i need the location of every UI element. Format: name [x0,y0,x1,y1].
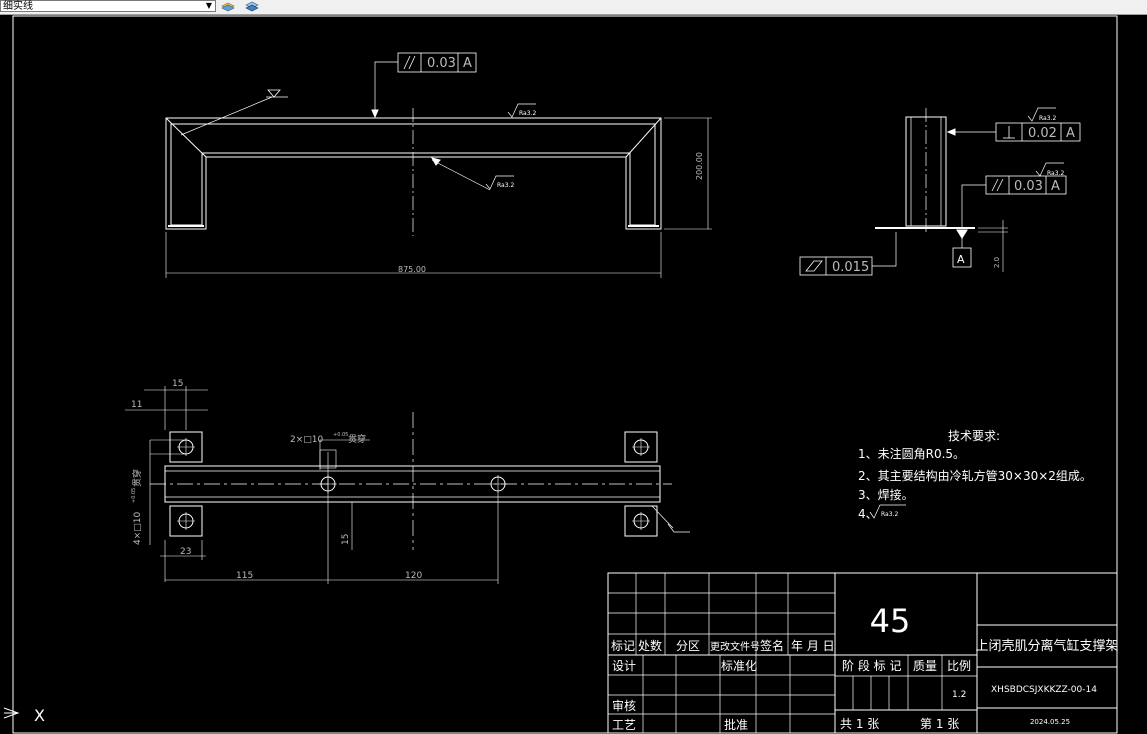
leader-line [180,96,273,136]
flatness-symbol-icon [805,260,823,272]
parallel-symbol-icon [991,178,999,192]
label-process: 工艺 [612,718,636,732]
tech-requirements: 技术要求: 1、未注圆角R0.5。 2、其主要结构由冷轧方管30×30×2组成。… [858,429,1092,521]
hole-icon [632,438,650,456]
hole-tolerance: +0.05 [333,432,348,438]
finish-triangle-icon [267,89,281,98]
material: 45 [870,602,911,640]
layer-dropdown-value: 细实线 [3,1,33,12]
col-label: 标记 [611,639,635,653]
tech-title: 技术要求: [948,429,1000,443]
hole-icon [489,475,507,493]
label-approve: 批准 [724,717,748,732]
hole-icon [177,438,195,456]
dim-value: 115 [236,571,253,581]
chevron-down-icon[interactable]: ▼ [204,1,214,11]
roughness-value: Ra3.2 [1039,115,1056,122]
scale-value: 1.2 [952,690,966,700]
roughness-value: Ra3.2 [519,110,536,117]
tech-item: 3、焊接。 [858,487,914,502]
dim-value: 23 [180,547,191,557]
hole-tolerance: +0.05 [131,488,137,503]
dim-value: 120 [405,571,422,581]
label-scale: 比例 [947,659,971,673]
ucs-icon [3,707,20,719]
leader-line [961,184,986,228]
dim-thickness-value: 2.0 [993,257,1001,268]
layer-stack-icon[interactable] [220,0,236,12]
front-view-text: 0.03 A Ra3.2 Ra3.2 875.00 200.00 [398,56,704,274]
frame-outline [165,117,662,230]
dim-value: 15 [172,379,183,389]
date: 2024.05.25 [1030,718,1070,726]
roughness-value: Ra3.2 [1047,170,1064,177]
flatness-value: 0.015 [832,260,869,275]
col-label: 分区 [676,639,700,653]
part-name: 上闭壳肌分离气缸支撑架 [975,638,1118,654]
datum-label: A [1066,126,1075,141]
leader-line [651,505,674,529]
layer-dropdown[interactable]: 细实线 ▼ [0,0,216,12]
col-label: 更改文件号 [710,640,760,653]
col-label: 处数 [638,638,662,653]
side-view-text: 0.02 A Ra3.2 0.03 A Ra3.2 A 0.015 2.0 [832,115,1075,275]
sheet-number: 第 1 张 [920,717,959,731]
drawing-number: XHSBDCSJXKKZZ-00-14 [991,685,1097,695]
dim-value: 11 [131,400,142,410]
plan-view [125,386,690,584]
roughness-value: Ra3.2 [881,511,898,518]
leader-line [872,232,897,267]
arrow-icon [371,109,379,119]
datum-triangle-icon [956,229,968,239]
parallelism-value: 0.03 [1014,179,1043,194]
plan-view-text: 15 11 23 115 120 15 2×□10 +0.05 贯穿 4×□10… [131,379,422,581]
leader-line [374,61,398,112]
roughness-symbol-icon [667,523,690,533]
tech-item: 4、 [858,507,878,521]
hole-icon [177,512,195,530]
perpendicularity-value: 0.02 [1028,126,1057,141]
drawing-canvas[interactable]: 0.03 A Ra3.2 Ra3.2 875.00 200.00 0.02 A … [0,15,1147,734]
label-design: 设计 [612,659,636,673]
tech-item: 2、其主要结构由冷轧方管30×30×2组成。 [858,468,1092,483]
front-view [165,52,712,278]
dim-value: 15 [341,534,351,545]
label-stage-mark: 阶 段 标 记 [842,658,901,673]
datum-letter: A [957,253,965,266]
dim-width-value: 875.00 [398,265,426,274]
parallelism-value: 0.03 [427,56,456,71]
toolbar: 细实线 ▼ [0,0,1147,15]
ucs-x-label: X [34,706,45,725]
parallel-symbol-icon [403,55,411,70]
sheets-total: 共 1 张 [840,717,879,731]
datum-label: A [1051,179,1060,194]
dim-height-value: 200.00 [695,152,704,180]
hole-icon [632,512,650,530]
datum-label: A [463,56,472,71]
hole-note-suffix: 贯穿 [348,433,366,445]
tech-item: 1、未注圆角R0.5。 [858,446,965,461]
hole-note: 2×□10 [290,435,323,445]
arrow-icon [430,157,441,166]
leader-line [431,159,491,191]
col-label: 年 月 日 [791,639,835,653]
hole-note: 4×□10 [133,512,143,545]
arrow-icon [946,128,956,136]
roughness-value: Ra3.2 [497,182,514,189]
col-label: 签名 [760,638,784,653]
label-mass: 质量 [913,659,937,673]
label-review: 审核 [612,698,636,713]
label-standardize: 标准化 [721,659,757,673]
layer-properties-icon[interactable] [244,0,260,12]
hole-note-suffix: 贯穿 [131,469,143,487]
